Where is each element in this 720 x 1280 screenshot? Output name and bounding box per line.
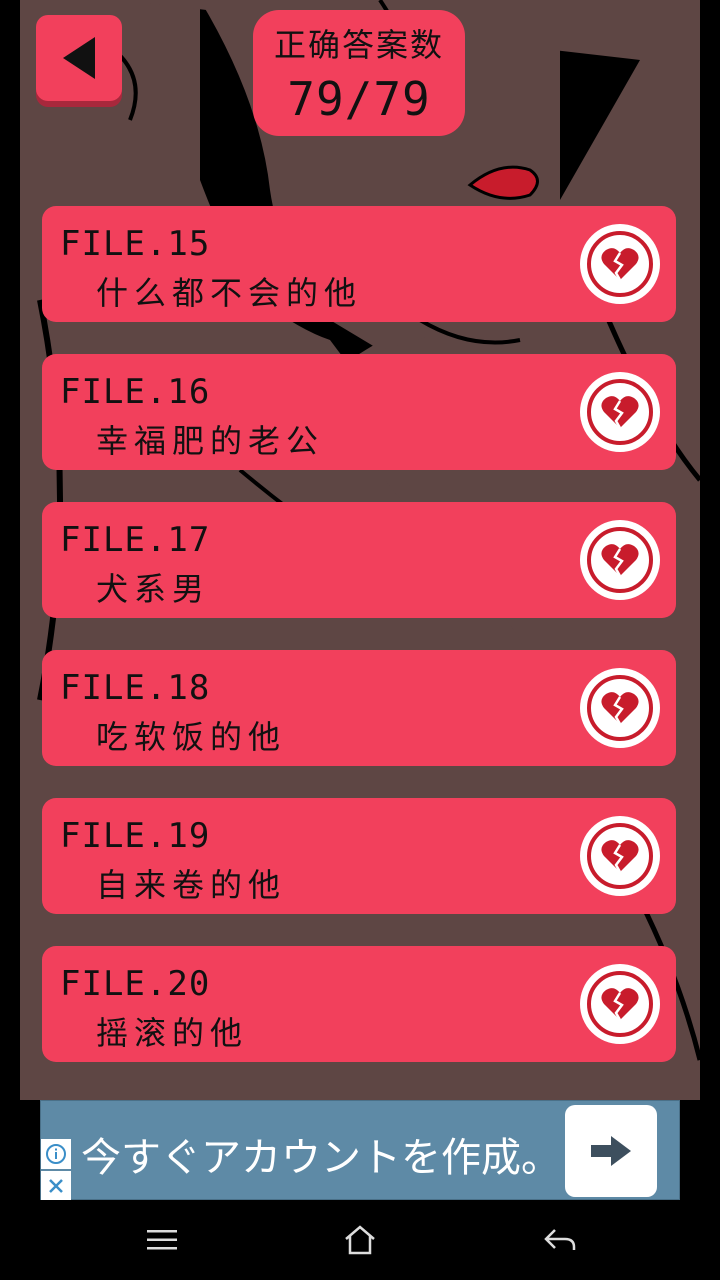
broken-heart-icon	[601, 248, 639, 281]
score-value: 79/79	[287, 72, 431, 126]
file-title: 吃软饭的他	[96, 718, 287, 756]
file-item-18[interactable]: FILE.18 吃软饭的他	[42, 650, 676, 766]
file-number: FILE.17	[60, 520, 211, 560]
broken-heart-icon	[601, 544, 639, 577]
file-title: 摇滚的他	[96, 1014, 249, 1052]
system-navigation-bar	[0, 1200, 720, 1280]
broken-heart-icon	[601, 692, 639, 725]
ad-banner[interactable]: 今すぐアカウントを作成。	[40, 1100, 680, 1201]
file-title: 自来卷的他	[96, 866, 287, 904]
file-number: FILE.16	[60, 372, 211, 412]
file-title: 什么都不会的他	[96, 274, 363, 312]
file-item-16[interactable]: FILE.16 幸福肥的老公	[42, 354, 676, 470]
broken-heart-badge	[580, 224, 660, 304]
file-title: 犬系男	[96, 570, 211, 608]
menu-icon[interactable]	[142, 1220, 182, 1260]
file-item-19[interactable]: FILE.19 自来卷的他	[42, 798, 676, 914]
file-item-15[interactable]: FILE.15 什么都不会的他	[42, 206, 676, 322]
ad-cta-button[interactable]	[565, 1105, 657, 1197]
triangle-left-icon	[63, 37, 95, 79]
home-icon[interactable]	[340, 1220, 380, 1260]
broken-heart-badge	[580, 816, 660, 896]
file-title: 幸福肥的老公	[96, 422, 325, 460]
broken-heart-badge	[580, 964, 660, 1044]
score-label: 正确答案数	[273, 26, 444, 64]
file-list: FILE.15 什么都不会的他 FILE.16 幸福肥的老公 FILE.17 犬	[42, 206, 676, 1094]
score-panel: 正确答案数 79/79	[253, 10, 465, 136]
broken-heart-icon	[601, 840, 639, 873]
file-number: FILE.15	[60, 224, 211, 264]
file-number: FILE.20	[60, 964, 211, 1004]
file-item-20[interactable]: FILE.20 摇滚的他	[42, 946, 676, 1062]
broken-heart-icon	[601, 396, 639, 429]
arrow-right-icon	[591, 1136, 631, 1166]
close-icon[interactable]	[41, 1171, 71, 1201]
broken-heart-badge	[580, 520, 660, 600]
ad-text[interactable]: 今すぐアカウントを作成。	[81, 1125, 561, 1183]
back-button[interactable]	[36, 15, 122, 101]
back-arrow-icon[interactable]	[540, 1220, 580, 1260]
file-item-17[interactable]: FILE.17 犬系男	[42, 502, 676, 618]
file-number: FILE.19	[60, 816, 211, 856]
broken-heart-icon	[601, 988, 639, 1021]
info-icon[interactable]	[41, 1139, 71, 1169]
file-number: FILE.18	[60, 668, 211, 708]
broken-heart-badge	[580, 668, 660, 748]
broken-heart-badge	[580, 372, 660, 452]
